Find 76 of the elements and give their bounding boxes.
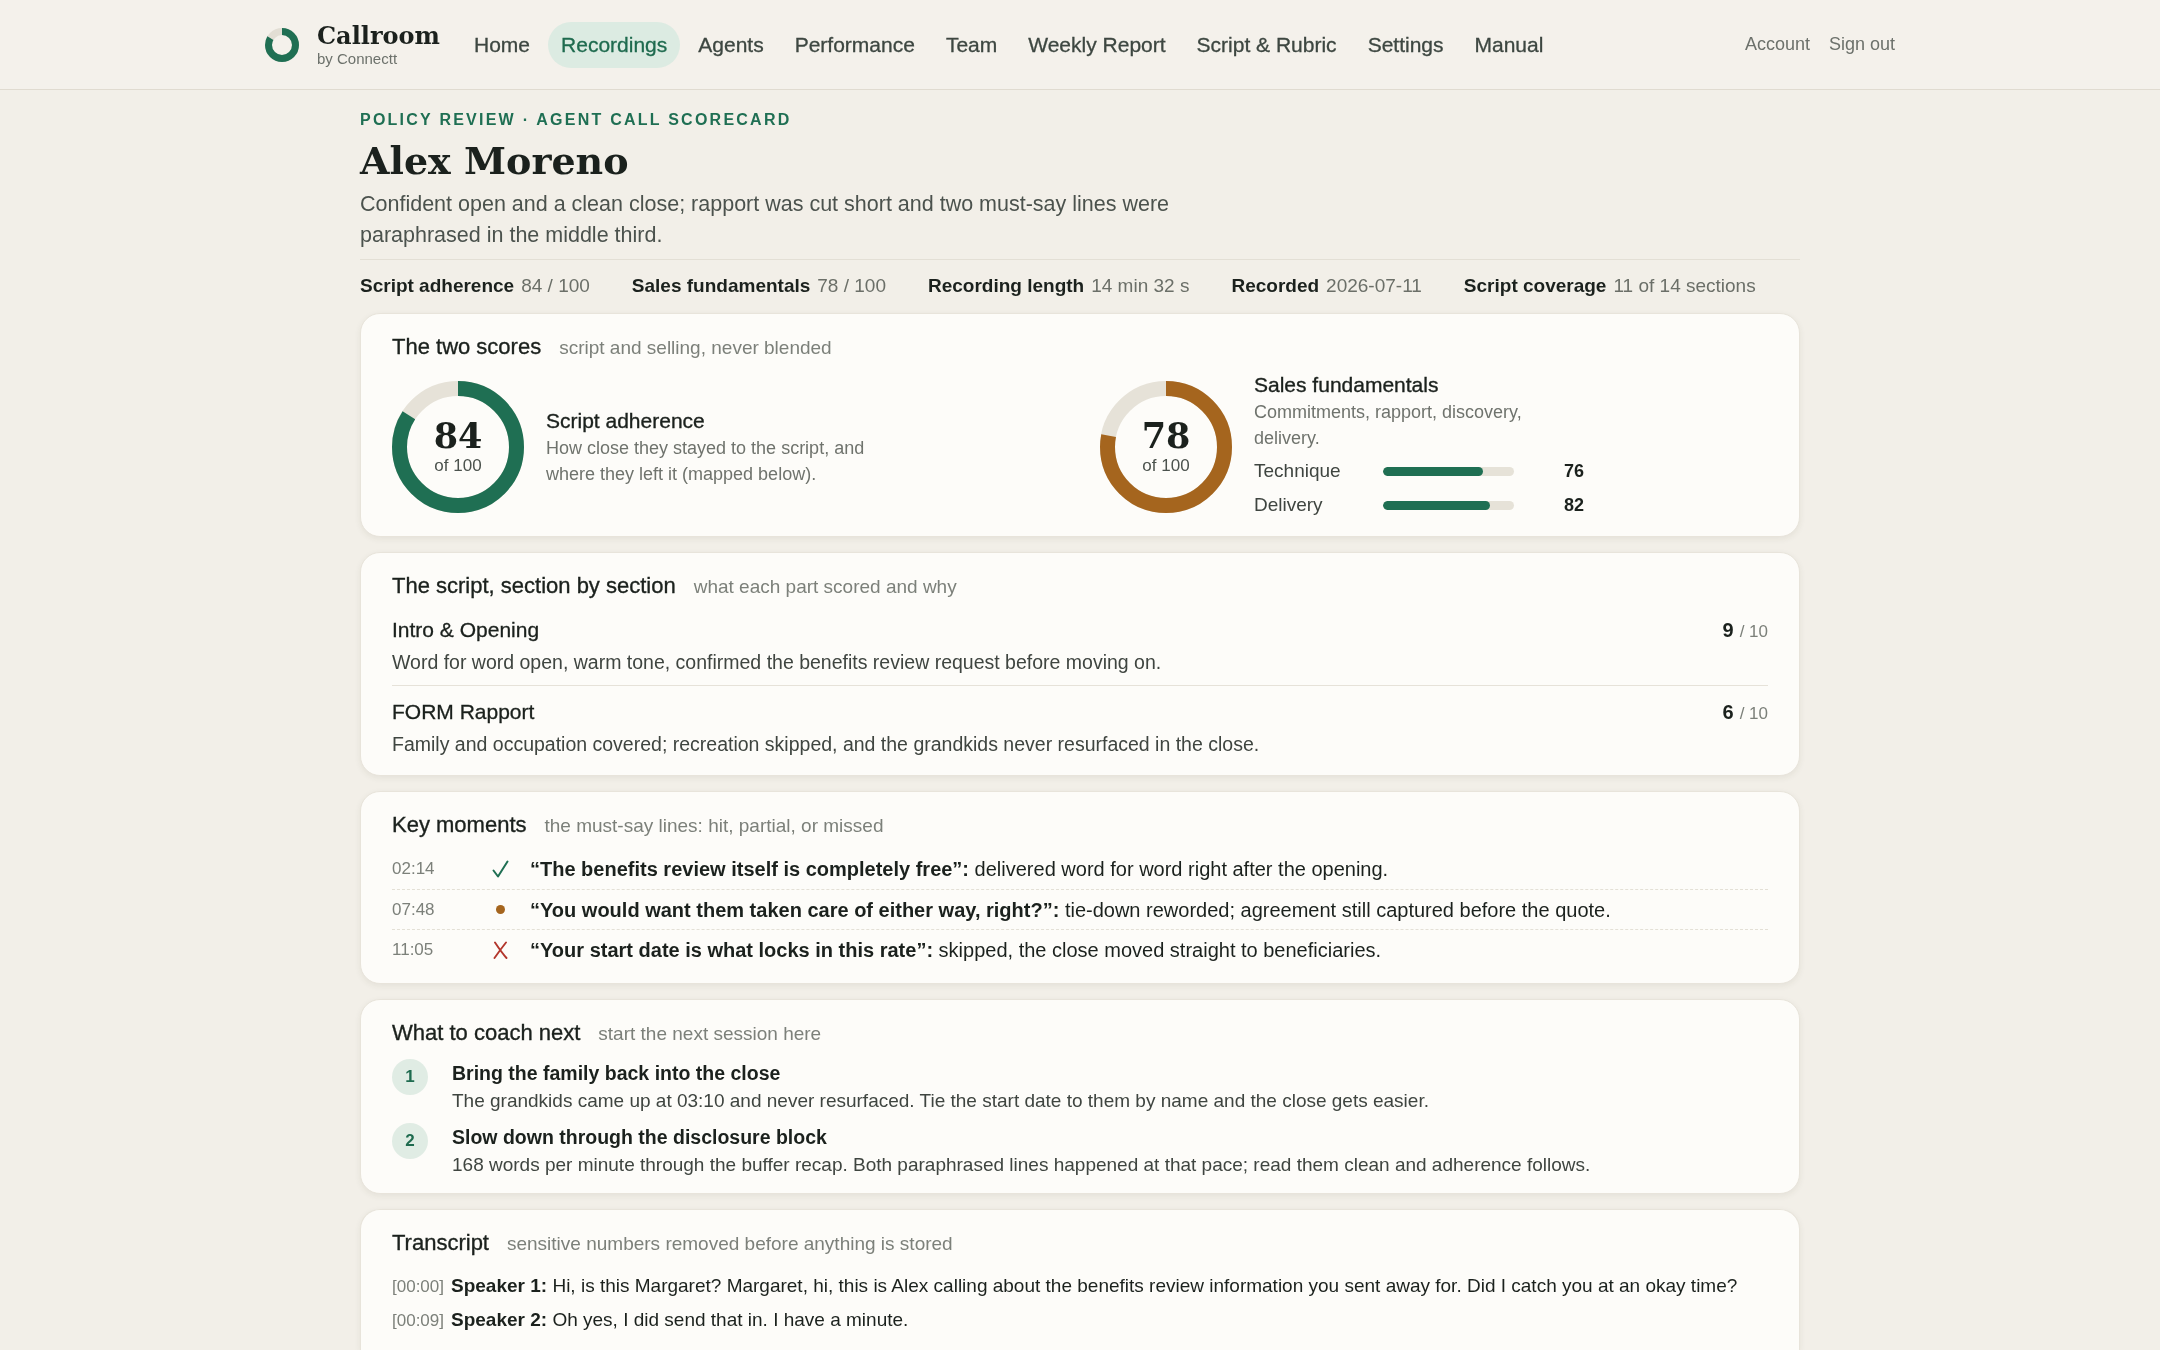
section-score-max: / 10 (1739, 621, 1768, 643)
stat-label: Recorded (1231, 274, 1320, 298)
nav-link[interactable]: Manual (1461, 21, 1557, 68)
transcript-line: Speaker 1: Hi, is this Margaret? Margaret, hi, this is Alex calling about the benefits review information you sent away for. Did I catch you at an okay time? (451, 1274, 1738, 1298)
card-title: The two scores (392, 333, 542, 361)
brand-tagline: by Connectt (317, 49, 399, 68)
coaching-text: The grandkids came up at 03:10 and never resurfaced. Tie the start date to them by name and the close gets easier. (452, 1089, 1429, 1113)
score-scale: of 100 (1142, 454, 1190, 477)
stat-label: Script coverage (1463, 274, 1607, 298)
section-score: 6 (1722, 700, 1734, 725)
stat-value: 14 min 32 s (1091, 274, 1190, 298)
bar-value: 76 (1564, 459, 1585, 483)
timestamp: 02:14 (392, 858, 436, 881)
score-number: 78 (1141, 416, 1191, 455)
card-subtitle: what each part scored and why (693, 575, 957, 599)
section-note: Word for word open, warm tone, confirmed the benefits review request before moving on. (392, 650, 1163, 675)
stat-label: Script adherence (360, 274, 515, 298)
coaching-text: 168 words per minute through the buffer recap. Both paraphrased lines happened at that pace; read them clean and adherence follows. (452, 1153, 1591, 1177)
card-title: Key moments (392, 811, 527, 839)
cross-icon (492, 940, 508, 959)
score-number: 84 (433, 416, 483, 455)
bar-value: 82 (1564, 493, 1585, 517)
nav-link[interactable]: Home (461, 21, 544, 68)
card-title: Transcript (392, 1229, 489, 1257)
moment-text: “Your start date is what locks in this rate”: skipped, the close moved straight to beneficiaries. (530, 937, 1382, 963)
section-score-max: / 10 (1739, 703, 1768, 725)
section-name: Intro & Opening (392, 617, 540, 643)
ring-logo-icon (265, 27, 299, 62)
timestamp: 07:48 (392, 898, 436, 921)
account-link[interactable]: Sign out (1828, 31, 1895, 58)
brand-name: Callroom (317, 21, 441, 50)
account-link[interactable]: Account (1744, 31, 1810, 58)
bar-label: Delivery (1254, 492, 1324, 517)
check-icon (491, 860, 509, 878)
score-description: How close they stayed to the script, and where they left it (mapped below). (546, 436, 866, 486)
stat-value: 78 / 100 (817, 274, 886, 298)
stat-value: 2026-07-11 (1326, 274, 1422, 298)
card-subtitle: sensitive numbers removed before anything is stored (507, 1232, 953, 1256)
score-scale: of 100 (434, 454, 482, 477)
nav-link[interactable]: Team (932, 21, 1011, 68)
timestamp: [00:00] (392, 1276, 444, 1298)
stat-label: Recording length (927, 274, 1085, 298)
moment-text: “You would want them taken care of either way, right?”: tie-down reworded; agreement still captured before the quote. (530, 897, 1611, 923)
score-title: Sales fundamentals (1254, 372, 1440, 398)
stat-value: 11 of 14 sections (1613, 274, 1756, 298)
summary-text: Confident open and a clean close; rapport was cut short and two must-say lines were paraphrased in the middle third. (360, 191, 1171, 249)
section-note: Family and occupation covered; recreation skipped, and the grandkids never resurfaced in the close. (392, 732, 1261, 757)
step-number-badge: 2 (392, 1123, 428, 1159)
transcript-line: Speaker 2: Oh yes, I did send that in. I have a minute. (451, 1308, 909, 1332)
score-title: Script adherence (546, 407, 706, 434)
score-description: Commitments, rapport, discovery, delivery. (1254, 401, 1523, 450)
card-title: What to coach next (392, 1019, 581, 1047)
card-title: The script, section by section (392, 572, 676, 600)
nav-link[interactable]: Settings (1354, 21, 1457, 68)
nav-link[interactable]: Script & Rubric (1183, 21, 1350, 68)
section-score: 9 (1722, 618, 1734, 643)
nav-link[interactable]: Performance (781, 21, 928, 68)
eyebrow: POLICY REVIEW · AGENT CALL SCORECARD (360, 110, 793, 130)
page-title: Alex Moreno (360, 138, 630, 184)
stat-value: 84 / 100 (521, 274, 590, 298)
nav-link[interactable]: Agents (685, 21, 777, 68)
moment-text: “The benefits review itself is completely free”: delivered word for word right after the opening. (530, 857, 1389, 882)
stat-label: Sales fundamentals (631, 274, 811, 298)
bar-label: Technique (1254, 458, 1342, 483)
coaching-title: Slow down through the disclosure block (452, 1125, 828, 1150)
dot-icon (495, 905, 505, 914)
step-number-badge: 1 (392, 1059, 428, 1095)
nav-link[interactable]: Weekly Report (1015, 21, 1179, 68)
timestamp: 11:05 (392, 938, 435, 961)
timestamp: [00:09] (392, 1310, 444, 1332)
card-subtitle: start the next session here (598, 1022, 822, 1046)
card-subtitle: the must-say lines: hit, partial, or missed (544, 814, 884, 838)
card-subtitle: script and selling, never blended (559, 336, 832, 360)
coaching-title: Bring the family back into the close (452, 1061, 782, 1086)
nav-link[interactable]: Recordings (548, 21, 681, 68)
section-name: FORM Rapport (392, 699, 535, 725)
